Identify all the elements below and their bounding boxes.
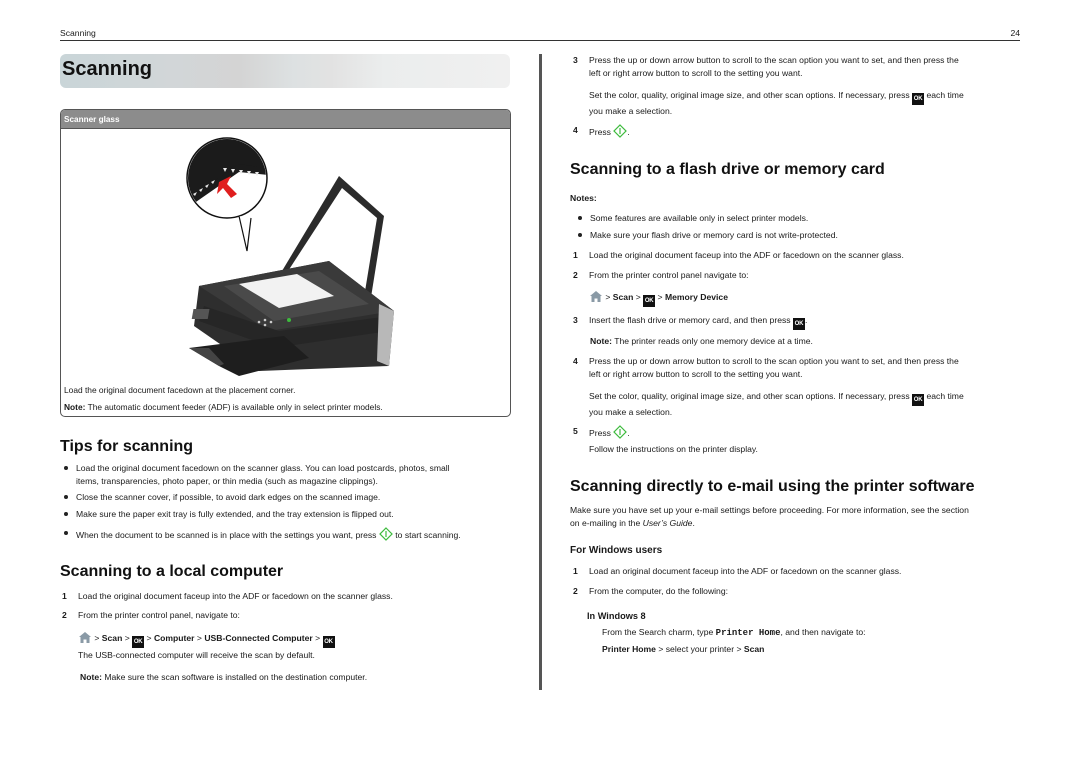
column-divider: [539, 54, 542, 690]
email-intro: Make sure you have set up your e-mail se…: [570, 505, 969, 528]
ok-button-icon: OK: [792, 318, 805, 330]
step-2: 2 From the printer control panel navigate…: [573, 270, 749, 280]
notes-label: Notes:: [570, 193, 597, 203]
printer-illustration: [186, 137, 394, 376]
windows-8-instruction: From the Search charm, type Printer Home…: [602, 627, 866, 638]
local-note: Note: Make sure the scan software is ins…: [80, 672, 368, 682]
chapter-title: Scanning: [62, 58, 153, 80]
header-rule: [60, 40, 1020, 41]
home-icon: [590, 291, 602, 302]
heading-windows-users: For Windows users: [570, 545, 663, 556]
step-4: 4 Press the up or down arrow button to sc…: [573, 356, 959, 379]
step-2: 2 From the computer, do the following:: [573, 586, 729, 596]
step-2: 2 From the printer control panel, navigat…: [62, 610, 240, 620]
note-bullet: Some features are available only in sele…: [574, 212, 808, 225]
home-icon: [79, 632, 91, 643]
typed-text: Printer Home: [715, 628, 781, 638]
windows-8-path: Printer Home > select your printer > Sca…: [602, 644, 765, 654]
page-number: 24: [1010, 28, 1020, 38]
figure-caption-bar: Scanner glass: [61, 110, 510, 129]
step-1: 1 Load the original document faceup into …: [62, 591, 393, 601]
start-button-icon: [613, 124, 628, 138]
ok-button-icon: OK: [132, 636, 145, 648]
figure-caption-title: Scanner glass: [64, 115, 120, 124]
heading-scanning-local-computer: Scanning to a local computer: [60, 563, 284, 580]
heading-scan-to-email: Scanning directly to e-mail using the pr…: [570, 478, 975, 495]
note-text: The automatic document feeder (ADF) is a…: [85, 402, 383, 412]
set-options-text: Set the color, quality, original image s…: [589, 391, 964, 417]
ok-button-icon: OK: [643, 295, 656, 307]
heading-tips-for-scanning: Tips for scanning: [60, 438, 194, 455]
start-button-icon: [613, 425, 628, 439]
step-1: 1 Load an original document faceup into t…: [573, 566, 902, 576]
note-bullet: Make sure your flash drive or memory car…: [574, 229, 838, 242]
figure-caption-line: Load the original document facedown at t…: [64, 385, 296, 395]
usb-default-text: The USB-connected computer will receive …: [78, 650, 315, 660]
start-button-icon: [379, 527, 393, 541]
heading-windows-8: In Windows 8: [587, 611, 646, 621]
step-3-cont: 3 Press the up or down arrow button to sc…: [573, 55, 959, 78]
figure-note: Note: The automatic document feeder (ADF…: [64, 402, 383, 412]
menu-path-local: > Scan > OK > Computer > USB-Connected C…: [78, 631, 335, 648]
note-label: Note:: [64, 402, 86, 412]
ok-button-icon: OK: [912, 394, 925, 406]
tip-bullet: Make sure the paper exit tray is fully e…: [60, 508, 394, 521]
step-4-cont: 4 Press .: [573, 124, 630, 138]
ok-button-icon: OK: [912, 93, 925, 105]
menu-path-flash: > Scan > OK > Memory Device: [589, 290, 728, 307]
chapter-title-bar: Scanning: [60, 54, 510, 88]
set-options-text: Set the color, quality, original image s…: [589, 90, 964, 116]
users-guide-reference: User’s Guide: [642, 518, 693, 528]
running-header-section: Scanning: [60, 28, 96, 38]
step-5: 5 Press .: [573, 425, 630, 439]
tip-bullet: Close the scanner cover, if possible, to…: [60, 491, 380, 504]
ok-button-icon: OK: [322, 636, 335, 648]
step-3: 3 Insert the flash drive or memory card, …: [573, 314, 807, 330]
scanner-glass-figure: Scanner glass Load the original document…: [60, 109, 511, 417]
heading-flash-drive: Scanning to a flash drive or memory card: [570, 161, 885, 178]
follow-instructions: Follow the instructions on the printer d…: [589, 444, 758, 454]
tip-bullet: Load the original document facedown on t…: [60, 462, 536, 488]
tip-bullet: When the document to be scanned is in pl…: [60, 527, 461, 542]
step-1: 1 Load the original document faceup into …: [573, 250, 904, 260]
flash-note: Note: The printer reads only one memory …: [590, 336, 813, 346]
